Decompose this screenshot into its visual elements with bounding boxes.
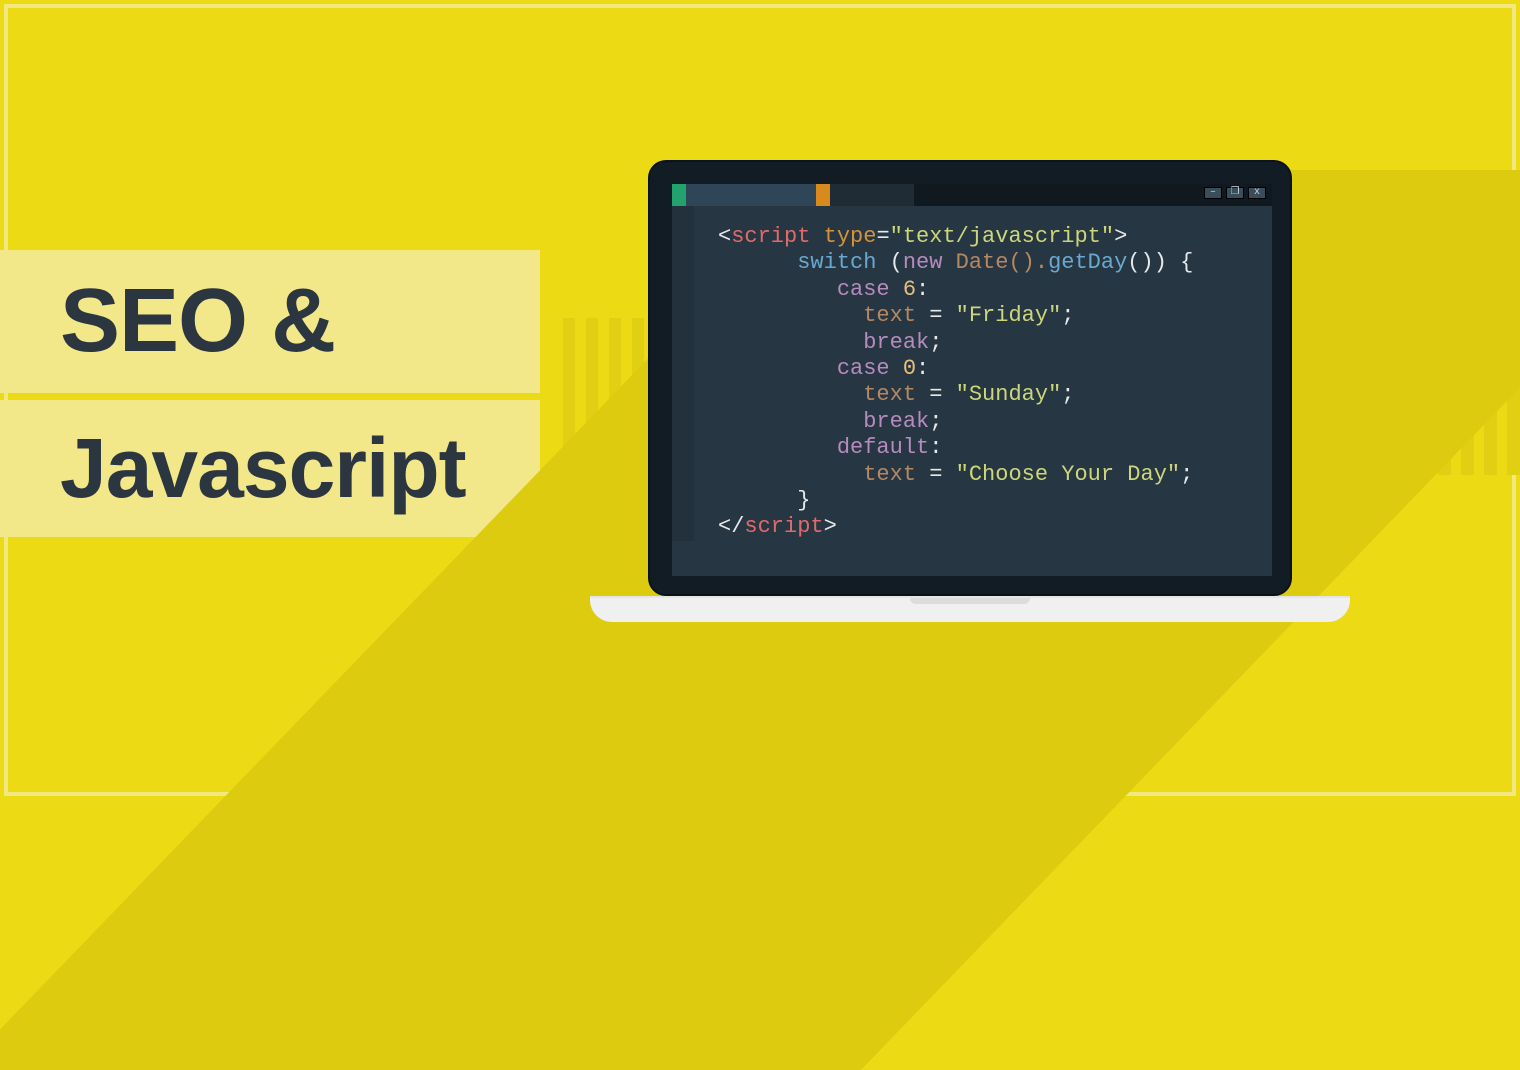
code-punct: ;: [929, 409, 942, 434]
code-punct: :: [916, 356, 929, 381]
code-punct: ;: [1061, 303, 1074, 328]
code-punct: ;: [1180, 462, 1193, 487]
window-controls: – ❐ x: [1204, 187, 1266, 199]
code-op: =: [916, 382, 956, 407]
laptop-illustration: – ❐ x <script type="text/javascript"> sw…: [648, 160, 1350, 622]
code-number: 6: [890, 277, 916, 302]
code-punct: ()) {: [1127, 250, 1193, 275]
code-punct: <: [718, 514, 731, 539]
code-string: "text/javascript": [890, 224, 1114, 249]
code-punct: ;: [1061, 382, 1074, 407]
editor-tab-active: [686, 184, 816, 206]
code-punct: =: [876, 224, 889, 249]
heading-line-2: Javascript: [0, 400, 540, 537]
code-punct: ;: [929, 330, 942, 355]
code-ident: Date().: [942, 250, 1048, 275]
editor-titlebar: – ❐ x: [672, 184, 1272, 206]
code-keyword: case: [837, 356, 890, 381]
code-op: =: [916, 462, 956, 487]
code-tag: script: [731, 224, 810, 249]
code-punct: <: [718, 224, 731, 249]
editor-gutter: [672, 206, 694, 541]
code-punct: (: [876, 250, 902, 275]
code-keyword: case: [837, 277, 890, 302]
code-ident: text: [863, 382, 916, 407]
code-op: =: [916, 303, 956, 328]
heading-line-1: SEO &: [0, 250, 540, 393]
code-attr: type: [810, 224, 876, 249]
code-punct: >: [824, 514, 837, 539]
editor-tab-indicator: [672, 184, 686, 206]
code-punct: /: [731, 514, 744, 539]
code-editor: – ❐ x <script type="text/javascript"> sw…: [672, 184, 1272, 576]
code-keyword: break: [863, 409, 929, 434]
code-punct: >: [1114, 224, 1127, 249]
code-ident: text: [863, 462, 916, 487]
code-ident: text: [863, 303, 916, 328]
code-punct: :: [929, 435, 942, 460]
code-content: <script type="text/javascript"> switch (…: [672, 206, 1272, 541]
code-tag: script: [744, 514, 823, 539]
editor-tab-marker: [816, 184, 830, 206]
code-string: "Sunday": [956, 382, 1062, 407]
minimize-icon: –: [1204, 187, 1222, 199]
editor-tab-gap: [830, 184, 914, 206]
maximize-icon: ❐: [1226, 187, 1244, 199]
code-keyword: new: [903, 250, 943, 275]
laptop-screen: – ❐ x <script type="text/javascript"> sw…: [648, 160, 1292, 596]
code-keyword: default: [837, 435, 929, 460]
code-keyword: switch: [797, 250, 876, 275]
code-keyword: break: [863, 330, 929, 355]
code-punct: }: [797, 488, 810, 513]
code-string: "Choose Your Day": [956, 462, 1180, 487]
code-number: 0: [890, 356, 916, 381]
laptop-base: [590, 596, 1350, 622]
close-icon: x: [1248, 187, 1266, 199]
code-method: getDay: [1048, 250, 1127, 275]
code-string: "Friday": [956, 303, 1062, 328]
code-punct: :: [916, 277, 929, 302]
